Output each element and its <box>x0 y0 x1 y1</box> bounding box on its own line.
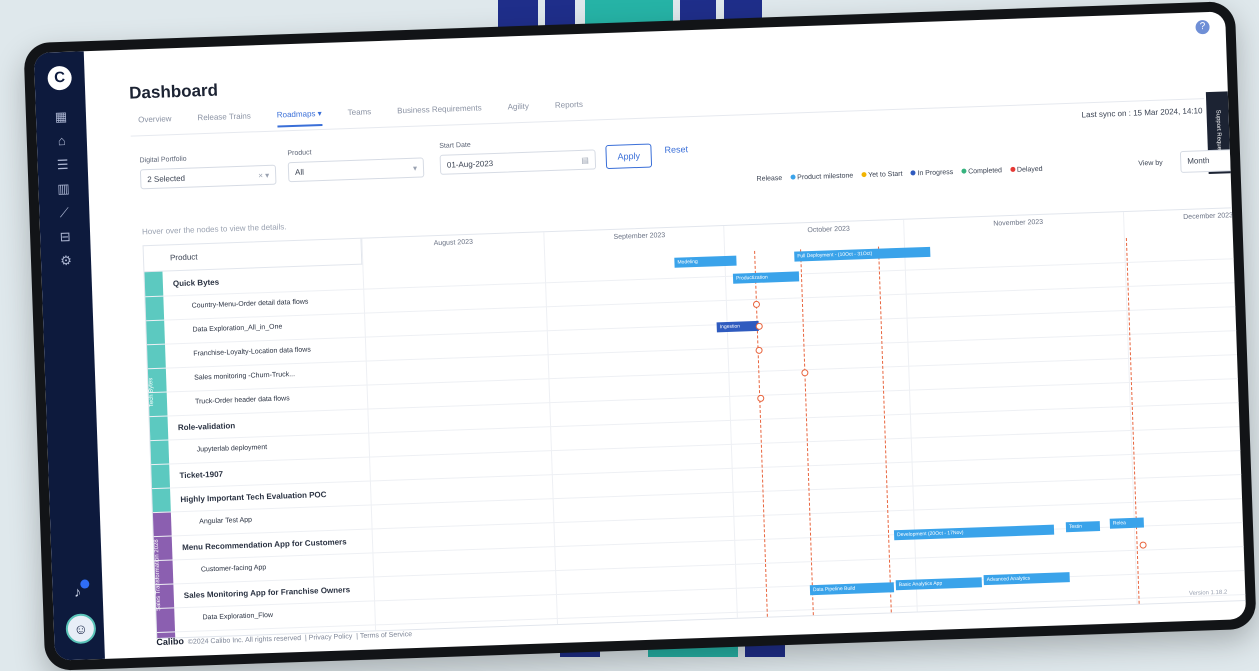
row-label: Data Exploration_Flow <box>202 611 274 622</box>
milestone-bar[interactable]: Testin <box>1065 521 1101 533</box>
legend-dot <box>790 174 796 180</box>
grid-icon[interactable]: ▦ <box>52 108 71 127</box>
chevron-down-icon[interactable]: ▾ <box>1233 150 1238 170</box>
last-sync-text: Last sync on : 15 Mar 2024, 14:10 <box>1081 106 1203 120</box>
legend-dot <box>961 168 967 174</box>
home-icon[interactable]: ⌂ <box>53 132 72 151</box>
milestone-bar[interactable]: Relea <box>1109 517 1144 529</box>
apply-button[interactable]: Apply <box>605 143 653 170</box>
view-by-select[interactable]: Month ▾ <box>1179 148 1245 174</box>
roadmap-gantt: Product August 2023 September 2023 Octob… <box>142 206 1247 640</box>
bell-icon[interactable]: ♪ <box>67 579 90 604</box>
chevron-down-icon: ▾ <box>317 108 322 119</box>
row-label: Customer-facing App <box>200 564 267 574</box>
portfolio-label: Digital Portfolio <box>139 155 187 165</box>
legend-dot <box>861 172 867 178</box>
legend-item: Yet to Start <box>868 170 903 179</box>
terms-link[interactable]: Terms of Service <box>360 631 412 640</box>
row-label: Data Exploration_All_in_One <box>192 323 283 334</box>
in-progress-bar[interactable]: Ingestion <box>716 320 759 333</box>
month-label: August 2023 <box>433 238 474 248</box>
row-label: Sales monitoring -Churn-Truck... <box>194 371 296 382</box>
product-label: Product <box>287 149 312 158</box>
legend-dot <box>910 170 916 176</box>
copyright-text: ©2024 Calibo Inc. All rights reserved <box>187 635 302 646</box>
start-date-value: 01-Aug-2023 <box>446 159 494 170</box>
month-label: October 2023 <box>807 225 850 235</box>
tablet-frame: C ▦ ⌂ ☰ ▥ ⟋ ⊟ ⚙ ♪ ☺ ? Dashboard Overview… <box>23 1 1257 671</box>
chevron-down-icon[interactable]: ▾ <box>413 159 418 179</box>
lock-icon[interactable]: ⊟ <box>56 228 75 247</box>
footer-brand: Calibo <box>156 636 185 648</box>
legend-item: Product milestone <box>797 172 854 182</box>
tab-roadmaps-label: Roadmaps <box>276 109 316 120</box>
legend-item: In Progress <box>917 168 954 178</box>
view-by-value: Month <box>1187 156 1210 166</box>
tab-roadmaps[interactable]: Roadmaps ▾ <box>276 108 323 128</box>
legend-item: Completed <box>968 167 1003 176</box>
legend-dot <box>1009 166 1016 172</box>
main-content: ? Dashboard Overview Release Trains Road… <box>84 11 1247 658</box>
portfolio-value: 2 Selected <box>147 173 186 185</box>
start-date-label: Start Date <box>439 141 471 150</box>
row-label: Franchise-Loyalty-Location data flows <box>193 346 311 358</box>
hover-hint: Hover over the nodes to view the details… <box>141 222 287 237</box>
chart-icon[interactable]: ▥ <box>54 180 73 199</box>
start-date-input[interactable]: 01-Aug-2023 ▤ <box>439 149 597 175</box>
tab-overview[interactable]: Overview <box>138 114 172 132</box>
tab-business-requirements[interactable]: Business Requirements <box>397 103 482 123</box>
row-label: Jupyterlab deployment <box>196 444 268 454</box>
notification-badge <box>80 579 90 589</box>
month-label: September 2023 <box>613 232 666 241</box>
calendar-icon[interactable]: ▤ <box>581 151 589 171</box>
avatar[interactable]: ☺ <box>65 613 97 645</box>
month-label: December 2023 <box>1183 212 1234 221</box>
view-by-label: View by <box>1138 159 1163 168</box>
reset-button[interactable]: Reset <box>664 144 688 155</box>
chevron-down-icon[interactable]: × ▾ <box>258 166 270 186</box>
roadmap-icon[interactable]: ☰ <box>53 156 72 175</box>
tab-teams[interactable]: Teams <box>348 107 372 125</box>
row-label: Country-Menu-Order detail data flows <box>191 298 309 310</box>
tab-reports[interactable]: Reports <box>555 100 584 118</box>
row-label: Highly Important Tech Evaluation POC <box>180 490 327 505</box>
row-label: Role-validation <box>177 421 236 433</box>
row-label: Truck-Order header data flows <box>194 395 290 406</box>
portfolio-select[interactable]: 2 Selected × ▾ <box>139 164 277 190</box>
row-label: Ticket-1907 <box>179 469 224 481</box>
settings-icon[interactable]: ⚙ <box>57 252 76 271</box>
tab-release-trains[interactable]: Release Trains <box>197 111 251 130</box>
trend-icon[interactable]: ⟋ <box>55 204 74 223</box>
legend: Release Product milestone Yet to Start I… <box>756 166 1042 183</box>
row-label: Angular Test App <box>199 516 253 526</box>
legend-release: Release <box>756 174 783 183</box>
product-select[interactable]: All ▾ <box>287 157 425 183</box>
question-icon[interactable]: ? <box>1195 19 1210 35</box>
app-logo[interactable]: C <box>47 65 73 91</box>
row-label: Quick Bytes <box>172 277 220 289</box>
tab-agility[interactable]: Agility <box>507 102 529 120</box>
page-title: Dashboard <box>128 80 219 103</box>
month-label: November 2023 <box>993 218 1044 228</box>
row-label: Sales Monitoring App for Franchise Owner… <box>183 585 351 601</box>
app-screen: C ▦ ⌂ ☰ ▥ ⟋ ⊟ ⚙ ♪ ☺ ? Dashboard Overview… <box>33 11 1247 661</box>
row-label: Menu Recommendation App for Customers <box>181 537 347 553</box>
privacy-link[interactable]: Privacy Policy <box>309 633 353 642</box>
product-value: All <box>294 167 305 177</box>
legend-item: Delayed <box>1016 165 1043 174</box>
